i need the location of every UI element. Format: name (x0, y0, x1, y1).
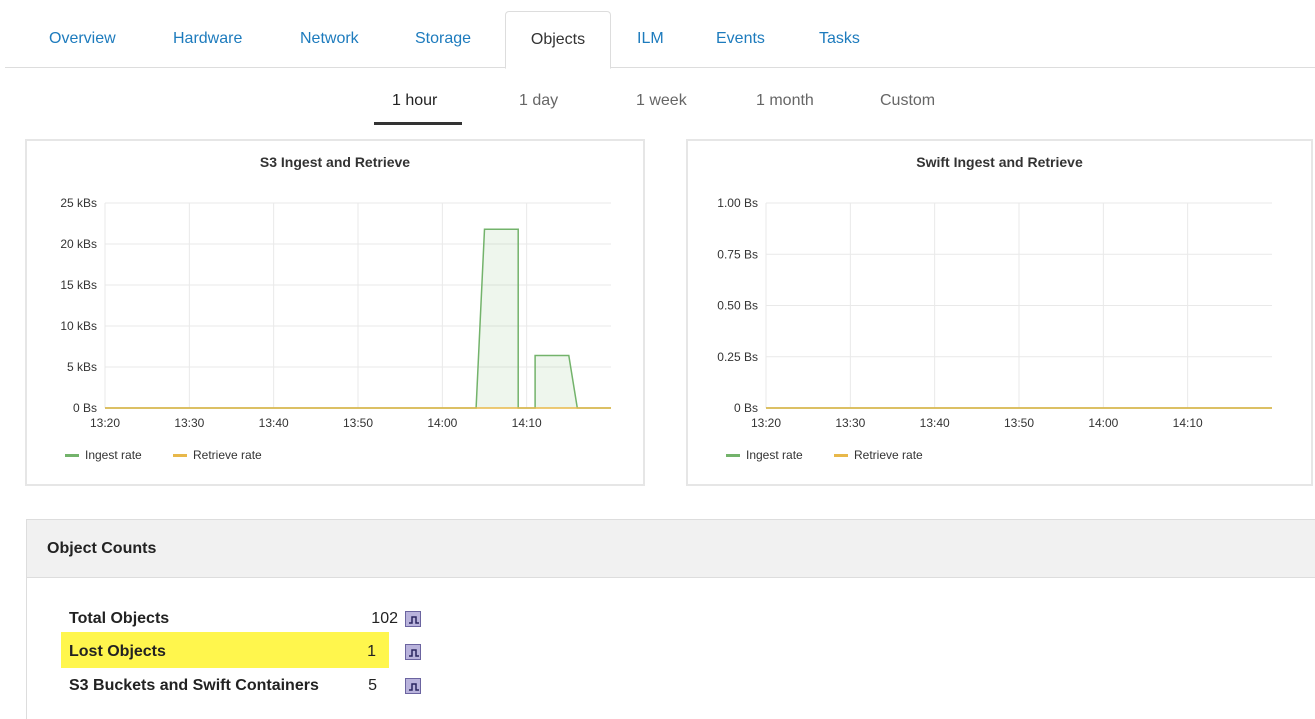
count-row-buckets-containers: S3 Buckets and Swift Containers 5 (69, 671, 377, 700)
legend-label: Ingest rate (746, 448, 803, 462)
lost-objects-chart-icon[interactable] (405, 644, 421, 660)
legend-label: Retrieve rate (193, 448, 262, 462)
tab-overview[interactable]: Overview (49, 11, 116, 68)
s3-chart-panel: S3 Ingest and Retrieve 0 Bs 5 kBs 10 kBs 15 … (25, 139, 645, 486)
count-value: 102 (371, 610, 398, 627)
y-tick-label: 20 kBs (60, 237, 97, 251)
tab-objects[interactable]: Objects (505, 11, 611, 69)
total-objects-chart-icon[interactable] (405, 611, 421, 627)
count-value: 5 (368, 677, 377, 694)
x-tick-label: 13:40 (920, 416, 950, 430)
count-label: Total Objects (69, 610, 170, 627)
y-tick-label: 0 Bs (73, 401, 97, 415)
tab-ilm[interactable]: ILM (637, 11, 664, 68)
count-row-lost-objects: Lost Objects 1 (69, 637, 376, 666)
x-tick-label: 13:50 (343, 416, 373, 430)
count-label: S3 Buckets and Swift Containers (69, 677, 319, 694)
tab-network[interactable]: Network (300, 11, 359, 68)
y-tick-label: 15 kBs (60, 278, 97, 292)
x-tick-label: 13:30 (174, 416, 204, 430)
x-tick-label: 14:10 (512, 416, 542, 430)
y-tick-label: 25 kBs (60, 196, 97, 210)
count-label: Lost Objects (69, 643, 166, 660)
legend-swatch (726, 454, 740, 457)
x-tick-label: 13:20 (90, 416, 120, 430)
s3-ingest-retrieve-chart: S3 Ingest and Retrieve 0 Bs 5 kBs 10 kBs 15 … (60, 154, 611, 462)
x-tick-label: 13:20 (751, 416, 781, 430)
range-1-day[interactable]: 1 day (519, 88, 558, 128)
y-tick-label: 0.75 Bs (717, 247, 758, 261)
range-1-week[interactable]: 1 week (636, 88, 687, 128)
legend-label: Retrieve rate (854, 448, 923, 462)
x-tick-label: 13:50 (1004, 416, 1034, 430)
chart-title: S3 Ingest and Retrieve (260, 154, 410, 170)
x-tick-label: 14:00 (427, 416, 457, 430)
y-tick-label: 10 kBs (60, 319, 97, 333)
legend-swatch (65, 454, 79, 457)
swift-ingest-retrieve-chart: Swift Ingest and Retrieve 0 Bs 0.25 Bs 0.50… (717, 154, 1272, 462)
tab-events[interactable]: Events (716, 11, 765, 68)
tab-tasks[interactable]: Tasks (819, 11, 860, 68)
x-tick-label: 14:10 (1173, 416, 1203, 430)
chart-title: Swift Ingest and Retrieve (916, 154, 1083, 170)
legend-swatch (173, 454, 187, 457)
swift-chart-panel: Swift Ingest and Retrieve 0 Bs 0.25 Bs 0.50… (686, 139, 1313, 486)
active-range-indicator (374, 122, 462, 125)
buckets-containers-chart-icon[interactable] (405, 678, 421, 694)
tab-hardware[interactable]: Hardware (173, 11, 242, 68)
range-custom[interactable]: Custom (880, 88, 935, 128)
tab-bar: Overview Hardware Network Storage Object… (5, 10, 1315, 69)
y-tick-label: 0 Bs (734, 401, 758, 415)
x-tick-label: 14:00 (1088, 416, 1118, 430)
count-value: 1 (367, 643, 376, 660)
y-tick-label: 0.25 Bs (717, 350, 758, 364)
object-counts-title: Object Counts (27, 520, 1315, 578)
y-tick-label: 5 kBs (67, 360, 97, 374)
count-row-total-objects: Total Objects 102 (69, 604, 398, 633)
x-tick-label: 13:30 (835, 416, 865, 430)
y-tick-label: 1.00 Bs (717, 196, 758, 210)
y-tick-label: 0.50 Bs (717, 299, 758, 313)
x-tick-label: 13:40 (259, 416, 289, 430)
range-1-month[interactable]: 1 month (756, 88, 814, 128)
tab-storage[interactable]: Storage (415, 11, 471, 68)
legend-label: Ingest rate (85, 448, 142, 462)
legend-swatch (834, 454, 848, 457)
